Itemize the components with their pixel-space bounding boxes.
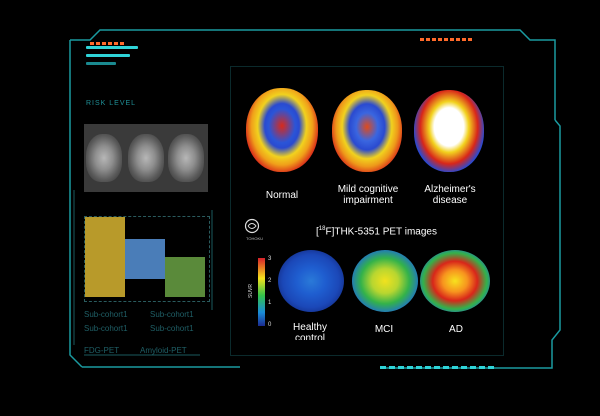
caption-ad-bottom: AD <box>449 324 463 335</box>
caption-mci-bottom: MCI <box>374 324 394 335</box>
pet-scan-normal <box>246 88 318 172</box>
colorbar-tick-3: 3 <box>268 256 272 262</box>
university-logo-icon <box>244 218 260 234</box>
pet-scan-mci <box>332 90 402 172</box>
hud-accent-bars <box>86 46 138 70</box>
pet-scan-mci-bottom <box>352 250 418 312</box>
cohort-label-2: Sub-cohort1 <box>150 310 194 319</box>
cohort-label-3: Sub-cohort1 <box>84 324 128 333</box>
logo-text: TOHOKU <box>246 236 264 241</box>
tracer-title: [18F]THK-5351 PET images <box>316 226 437 238</box>
cohort-label-4: Sub-cohort1 <box>150 324 194 333</box>
fdg-pet-label: FDG-PET <box>84 346 120 355</box>
caption-ad: Alzheimer's disease <box>424 184 476 206</box>
colorbar-unit-label: SUVR <box>247 284 254 298</box>
mri-thumbnail[interactable] <box>84 124 208 192</box>
amyloid-pet-label: Amyloid-PET <box>140 346 187 355</box>
pet-scan-healthy-control <box>278 250 344 312</box>
caption-normal: Normal <box>265 190 299 201</box>
caption-healthy-control: Healthy control <box>293 322 327 340</box>
colorbar-tick-2: 2 <box>268 278 272 284</box>
colorbar-tick-1: 1 <box>268 300 272 306</box>
risk-level-label: RISK LEVEL <box>86 100 137 107</box>
suvr-colorbar <box>258 258 265 326</box>
caption-mci: Mild cognitive impairment <box>337 184 399 206</box>
pet-scan-ad-bottom <box>420 250 490 312</box>
risk-grid[interactable] <box>84 216 210 302</box>
colorbar-tick-0: 0 <box>268 322 272 328</box>
cohort-label-1: Sub-cohort1 <box>84 310 128 319</box>
pet-scan-ad <box>414 90 484 172</box>
